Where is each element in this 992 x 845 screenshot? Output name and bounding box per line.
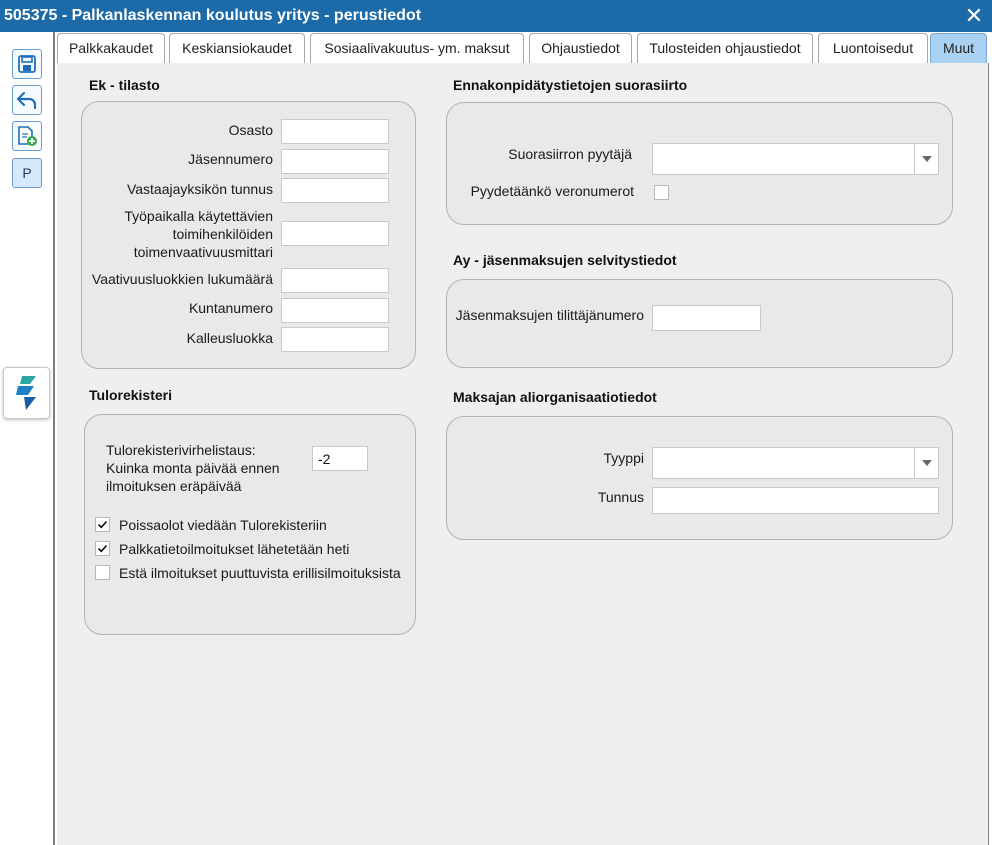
- undo-button[interactable]: [12, 85, 42, 115]
- tab-palkkakaudet[interactable]: Palkkakaudet: [57, 33, 165, 63]
- undo-icon: [16, 91, 37, 110]
- window-title: 505375 - Palkanlaskennan koulutus yritys…: [4, 7, 422, 24]
- toimenvaativuusmittari-field[interactable]: [281, 221, 389, 246]
- ay-jasenmaksut-title: Ay - jäsenmaksujen selvitystiedot: [453, 252, 677, 268]
- save-icon: [18, 55, 36, 73]
- ennakonpidatys-title: Ennakonpidätystietojen suorasiirto: [453, 77, 688, 93]
- tilittajanumero-label: Jäsenmaksujen tilittäjänumero: [455, 307, 644, 323]
- tab-keskiansiokaudet[interactable]: Keskiansiokaudet: [169, 33, 305, 63]
- save-button[interactable]: [12, 49, 42, 79]
- app-logo-button[interactable]: [3, 367, 50, 419]
- kalleusluokka-label: Kalleusluokka: [186, 330, 273, 346]
- toimenvaativuusmittari-label: Työpaikalla käytettävien toimihenkilöide…: [88, 207, 273, 261]
- osasto-field[interactable]: [281, 119, 389, 144]
- tyyppi-label: Tyyppi: [603, 450, 644, 466]
- p-button-label: P: [22, 165, 32, 181]
- kalleusluokka-field[interactable]: [281, 327, 389, 352]
- vaativuusluokat-label: Vaativuusluokkien lukumäärä: [91, 271, 273, 287]
- poissaolot-checkbox[interactable]: [95, 517, 110, 532]
- virhelistaus-label-line-2: Kuinka monta päivää ennen: [106, 460, 280, 476]
- esta-ilmoitukset-label: Estä ilmoitukset puuttuvista erillisilmo…: [119, 565, 401, 581]
- tyyppi-select[interactable]: [652, 447, 939, 479]
- aliorganisaatio-title: Maksajan aliorganisaatiotiedot: [453, 389, 657, 405]
- new-document-button[interactable]: [12, 121, 42, 151]
- p-button[interactable]: P: [12, 158, 42, 188]
- checkmark-icon: [97, 544, 108, 553]
- tab-sosiaalivakuutus[interactable]: Sosiaalivakuutus- ym. maksut: [310, 33, 524, 63]
- close-icon[interactable]: ✕: [964, 0, 984, 32]
- window-titlebar: 505375 - Palkanlaskennan koulutus yritys…: [0, 0, 992, 32]
- jasennumero-field[interactable]: [281, 149, 389, 174]
- vastaajayksikko-label: Vastaajayksikön tunnus: [126, 181, 273, 197]
- tab-ohjaustiedot[interactable]: Ohjaustiedot: [529, 33, 632, 63]
- app-logo-icon: [15, 376, 36, 410]
- tulorekisteri-title: Tulorekisteri: [89, 387, 172, 403]
- suorasiirron-pyytaja-label: Suorasiirron pyytäjä: [508, 146, 632, 162]
- chevron-down-icon[interactable]: [914, 144, 938, 174]
- kuntanumero-label: Kuntanumero: [188, 300, 273, 316]
- left-toolbar: P: [0, 32, 55, 845]
- tilittajanumero-field[interactable]: [652, 305, 761, 331]
- palkkatietoilmoitukset-checkbox[interactable]: [95, 541, 110, 556]
- virhelistaus-label-line-1: Tulorekisterivirhelistaus:: [106, 442, 256, 458]
- new-document-icon: [18, 126, 37, 146]
- tab-luontoisedut[interactable]: Luontoisedut: [818, 33, 928, 63]
- palkkatietoilmoitukset-label: Palkkatietoilmoitukset lähetetään heti: [119, 541, 350, 557]
- toimenvaativuusmittari-label-line-2: toimihenkilöiden: [172, 226, 273, 242]
- tab-bar: Palkkakaudet Keskiansiokaudet Sosiaaliva…: [57, 32, 992, 63]
- poissaolot-label: Poissaolot viedään Tulorekisteriin: [119, 517, 327, 533]
- esta-ilmoitukset-checkbox[interactable]: [95, 565, 110, 580]
- tunnus-label: Tunnus: [597, 489, 644, 505]
- ek-tilasto-title: Ek - tilasto: [89, 77, 160, 93]
- vastaajayksikko-field[interactable]: [281, 178, 389, 203]
- tab-muut[interactable]: Muut: [930, 33, 987, 63]
- toimenvaativuusmittari-label-line-1: Työpaikalla käytettävien: [124, 208, 273, 224]
- virhelistaus-days-field[interactable]: [312, 446, 368, 471]
- kuntanumero-field[interactable]: [281, 298, 389, 323]
- chevron-down-icon[interactable]: [914, 448, 938, 478]
- osasto-label: Osasto: [228, 122, 273, 138]
- tunnus-field[interactable]: [652, 487, 939, 514]
- virhelistaus-label-line-3: ilmoituksen eräpäivää: [106, 478, 242, 494]
- tab-tulosteiden-ohjaustiedot[interactable]: Tulosteiden ohjaustiedot: [637, 33, 813, 63]
- vaativuusluokat-field[interactable]: [281, 268, 389, 293]
- jasennumero-label: Jäsennumero: [188, 151, 273, 167]
- toimenvaativuusmittari-label-line-3: toimenvaativuusmittari: [133, 244, 273, 260]
- suorasiirron-pyytaja-select[interactable]: [652, 143, 939, 175]
- virhelistaus-label: Tulorekisterivirhelistaus: Kuinka monta …: [106, 441, 306, 495]
- checkmark-icon: [97, 520, 108, 529]
- veronumerot-checkbox[interactable]: [654, 185, 669, 200]
- veronumerot-label: Pyydetäänkö veronumerot: [470, 183, 634, 199]
